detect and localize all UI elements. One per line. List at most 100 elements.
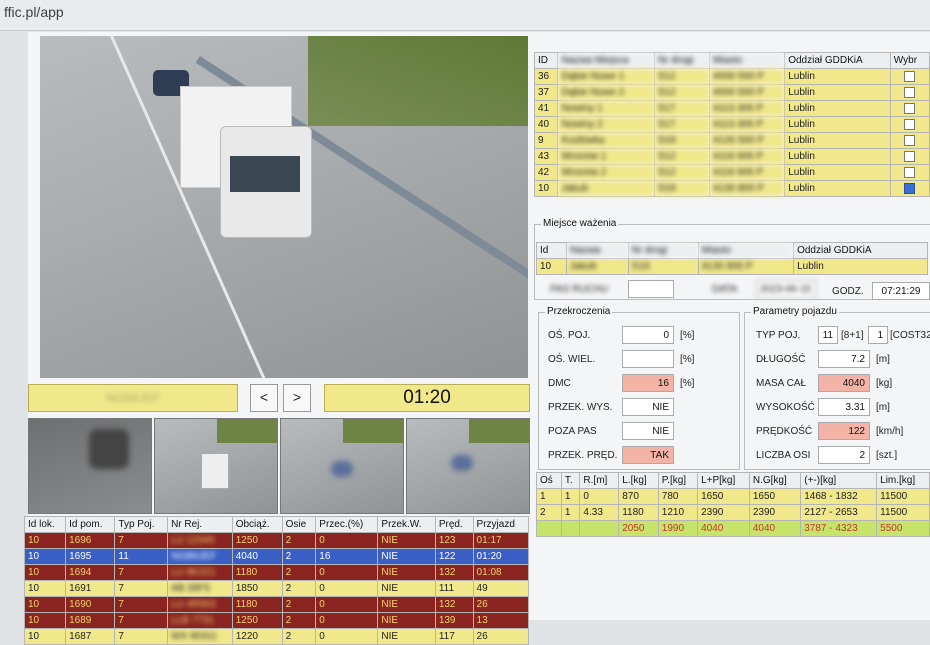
locations-row[interactable]: 43 Wronów 1 S12 4116 900 P Lublin [533,148,930,165]
thumbnail-3[interactable] [280,418,404,514]
select-cell[interactable] [889,84,930,101]
select-cell[interactable] [889,116,930,133]
dlug-field[interactable]: 7.2 [818,350,870,368]
axle-cell-ng: 1650 [748,488,802,505]
locations-cell-id: 43 [533,148,559,165]
records-cell-pred: 117 [434,628,474,645]
records-row[interactable]: 10 1690 7 LU 4R902 1180 2 0 NIE 132 26 [23,596,530,613]
pas-field[interactable]: NIE [622,422,674,440]
select-cell[interactable] [889,68,930,85]
thumbnail-1[interactable] [28,418,152,514]
records-cell-rej: LLB 7731 [167,612,233,629]
records-row[interactable]: 10 1687 7 WX 90311 1220 2 0 NIE 117 26 [23,628,530,645]
prev-button[interactable]: < [250,384,278,412]
date-label: DATA [712,284,738,295]
col-id: Id [536,242,567,259]
wys-field[interactable]: NIE [622,398,674,416]
os-wiel-label: OŚ. WIEL. [548,354,596,365]
select-cell[interactable] [889,164,930,181]
axle-cell-pm: 2127 - 2653 [800,504,878,521]
location-panel-title: Miejsce ważenia [541,218,619,229]
wysokosc-unit: [m] [876,402,890,413]
select-checkbox[interactable] [904,102,916,114]
thumbnail-4[interactable] [406,418,530,514]
records-cell-typ: 7 [114,612,169,629]
next-button[interactable]: > [283,384,311,412]
locations-cell-branch: Lublin [784,180,891,197]
locations-row[interactable]: 40 Nowiny 2 S17 4113 300 P Lublin [533,116,930,133]
select-cell[interactable] [889,100,930,117]
records-cell-prz: 16 [315,548,379,565]
records-cell-obc: 1220 [231,628,283,645]
select-cell[interactable] [889,132,930,149]
records-row[interactable]: 10 1689 7 LLB 7731 1250 2 0 NIE 139 13 [23,612,530,629]
lane-field[interactable] [628,280,674,298]
time-field[interactable]: 07:21:29 [872,282,930,300]
url-text: ffic.pl/app [4,4,64,20]
locations-cell-city: 4116 900 P [708,164,786,181]
thumbnail-2[interactable] [154,418,278,514]
locations-cell-id: 42 [533,164,559,181]
os-poj-field[interactable]: 0 [622,326,674,344]
locations-row[interactable]: 9 Kozłówka S19 4126 500 P Lublin [533,132,930,149]
date-field[interactable]: 2023-06-15 [756,280,816,298]
records-cell-obc: 1180 [231,596,283,613]
records-cell-osie: 2 [281,612,317,629]
typ-field-2[interactable]: 1 [868,326,888,344]
locations-cell-branch: Lublin [784,116,891,133]
select-checkbox[interactable] [904,166,916,178]
records-cell-pom: 1691 [65,580,116,597]
pred-exceed-field[interactable]: TAK [622,446,674,464]
locations-row[interactable]: 36 Dąbie Nowe 1 S12 4000 500 P Lublin [533,68,930,85]
col-city: Miasto [697,242,795,259]
lane-label: PAS RUCHU [550,284,609,295]
records-row[interactable]: 10 1694 7 LU 8K221 1180 2 0 NIE 132 01:08 [23,564,530,581]
locations-cell-branch: Lublin [784,148,891,165]
locations-row[interactable]: 10 Jakub S19 4130 800 P Lublin [533,180,930,197]
os-wiel-field[interactable] [622,350,674,368]
wysokosc-field[interactable]: 3.31 [818,398,870,416]
records-cell-pom: 1690 [65,596,116,613]
plate-display: NGB6JEF [28,384,238,412]
records-cell-pw: NIE [377,612,436,629]
locations-cell-name: Jakub [557,180,655,197]
locations-cell-name: Dąbie Nowe 1 [557,68,655,85]
typ-field[interactable]: 11 [818,326,838,344]
records-cell-lok: 10 [23,612,67,629]
locations-row[interactable]: 41 Nowiny 1 S17 4113 300 P Lublin [533,100,930,117]
records-header: Typ Poj. [114,516,169,533]
select-checkbox[interactable] [904,70,916,82]
masa-field[interactable]: 4040 [818,374,870,392]
dmc-field[interactable]: 16 [622,374,674,392]
dmc-unit: [%] [680,378,695,389]
select-checkbox[interactable] [904,150,916,162]
axles-table: Oś T. R.[m] L.[kg] P.[kg] L+P[kg] N.G[kg] (+-)[… [536,472,930,537]
osie-field[interactable]: 2 [818,446,870,464]
axle-sum-t [560,520,581,537]
locations-row[interactable]: 37 Dąbie Nowe 2 S12 4000 500 P Lublin [533,84,930,101]
records-row[interactable]: 10 1696 7 LU 12345 1250 2 0 NIE 123 01:17 [23,532,530,549]
select-cell[interactable] [889,148,930,165]
locations-cell-city: 4113 300 P [708,100,786,117]
select-checkbox[interactable] [904,118,916,130]
records-cell-typ: 7 [114,628,169,645]
records-cell-typ: 7 [114,532,169,549]
records-cell-pom: 1687 [65,628,116,645]
locations-row[interactable]: 42 Wronów 2 S12 4116 900 P Lublin [533,164,930,181]
loc-branch: Lublin [793,258,928,275]
select-cell[interactable] [889,180,930,197]
select-checkbox[interactable] [904,86,916,98]
axle-sum-row: 2050 1990 4040 4040 3787 - 4323 5500 [536,520,930,537]
axle-cell-r: 0 [579,488,620,505]
select-checkbox[interactable] [904,134,916,146]
records-row[interactable]: 10 1695 11 NGB6JEF 4040 2 16 NIE 122 01:20 [23,548,530,565]
axle-cell-os: 2 [536,504,562,521]
records-cell-osie: 2 [281,564,317,581]
loc-id: 10 [536,258,567,275]
records-row[interactable]: 10 1691 7 AB 39F5 1850 2 0 NIE 111 49 [23,580,530,597]
browser-address-bar[interactable]: ffic.pl/app [0,0,930,31]
axle-sum-pm: 3787 - 4323 [800,520,878,537]
select-checkbox[interactable] [904,182,916,194]
locations-cell-branch: Lublin [784,164,891,181]
predkosc-field[interactable]: 122 [818,422,870,440]
